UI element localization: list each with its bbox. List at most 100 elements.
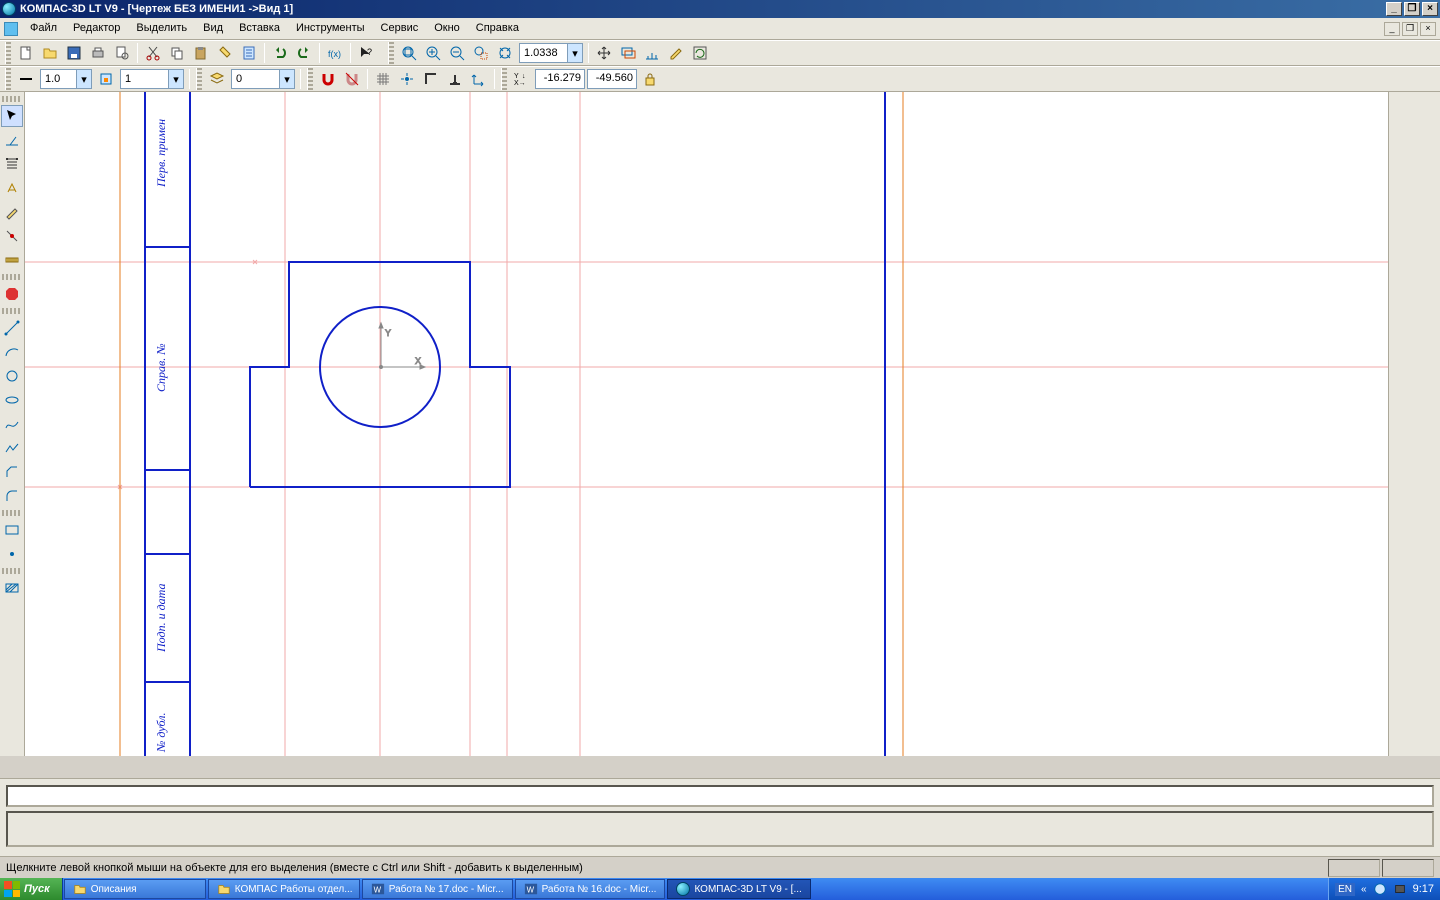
chamfer-tool[interactable] <box>1 461 23 483</box>
new-button[interactable] <box>15 42 37 64</box>
menu-help[interactable]: Справка <box>468 18 527 39</box>
spline-tool[interactable] <box>1 413 23 435</box>
save-button[interactable] <box>63 42 85 64</box>
chevron-down-icon[interactable]: ▾ <box>567 44 582 62</box>
ellipse-tool[interactable] <box>1 389 23 411</box>
toolbar-grip[interactable] <box>5 68 11 90</box>
restore-button[interactable]: ❐ <box>1404 2 1420 16</box>
parametrize-tool[interactable] <box>1 225 23 247</box>
tray-icon-2[interactable] <box>1393 882 1407 896</box>
dimensions-tool[interactable] <box>1 153 23 175</box>
pan-button[interactable] <box>593 42 615 64</box>
menu-tools[interactable]: Инструменты <box>288 18 373 39</box>
taskbar-item-word1[interactable]: W Работа № 17.doc - Micr... <box>362 879 513 899</box>
measure-tool[interactable] <box>1 249 23 271</box>
toolbar-grip[interactable] <box>2 274 22 280</box>
mdi-restore-button[interactable]: ❐ <box>1402 22 1418 36</box>
zoom-window-button[interactable] <box>470 42 492 64</box>
chevron-down-icon[interactable]: ▾ <box>76 70 91 88</box>
toolbar-grip[interactable] <box>501 68 507 90</box>
circle-tool[interactable] <box>1 365 23 387</box>
zoom-fit-button[interactable] <box>494 42 516 64</box>
chevron-down-icon[interactable]: ▾ <box>279 70 294 88</box>
coord-x-field[interactable]: -16.279 <box>535 69 585 89</box>
state-lock-button[interactable] <box>95 68 117 90</box>
line-weight-combo[interactable]: 1.0 ▾ <box>40 69 92 89</box>
grid-button[interactable] <box>372 68 394 90</box>
arc-tool[interactable] <box>1 341 23 363</box>
toolbar-grip[interactable] <box>388 42 394 64</box>
ortho-button[interactable] <box>420 68 442 90</box>
local-cs-button[interactable] <box>468 68 490 90</box>
layer-button[interactable] <box>206 68 228 90</box>
undo-button[interactable] <box>269 42 291 64</box>
view-combo[interactable]: 1 ▾ <box>120 69 184 89</box>
menu-insert[interactable]: Вставка <box>231 18 288 39</box>
zoom-in-button[interactable] <box>422 42 444 64</box>
print-preview-button[interactable] <box>111 42 133 64</box>
command-history[interactable] <box>6 811 1434 847</box>
format-painter-button[interactable] <box>214 42 236 64</box>
layer-combo[interactable]: 0 ▾ <box>231 69 295 89</box>
redraw-button[interactable] <box>665 42 687 64</box>
toolbar-grip[interactable] <box>2 510 22 516</box>
toolbar-grip[interactable] <box>5 42 11 64</box>
toolbar-grip[interactable] <box>196 68 202 90</box>
cut-button[interactable] <box>142 42 164 64</box>
redo-button[interactable] <box>293 42 315 64</box>
magnet-on-button[interactable] <box>317 68 339 90</box>
vertical-scrollbar[interactable] <box>1388 92 1404 756</box>
toolbar-grip[interactable] <box>307 68 313 90</box>
select-tool[interactable] <box>1 105 23 127</box>
mdi-close-button[interactable]: × <box>1420 22 1436 36</box>
document-icon[interactable] <box>0 18 22 39</box>
menu-window[interactable]: Окно <box>426 18 468 39</box>
zoom-all-button[interactable] <box>398 42 420 64</box>
stop-button[interactable] <box>1 283 23 305</box>
magnet-off-button[interactable] <box>341 68 363 90</box>
drawing-canvas[interactable]: Y X Перв. примен Справ. № Подп. и дата №… <box>25 92 1388 756</box>
command-input[interactable] <box>6 785 1434 807</box>
variables-button[interactable]: f(x) <box>324 42 346 64</box>
close-button[interactable]: × <box>1422 2 1438 16</box>
zoom-previous-button[interactable] <box>617 42 639 64</box>
hatch-tool[interactable] <box>1 577 23 599</box>
menu-file[interactable]: Файл <box>22 18 65 39</box>
zoom-scale-button[interactable] <box>641 42 663 64</box>
tray-icon-1[interactable] <box>1373 882 1387 896</box>
edit-tool[interactable] <box>1 201 23 223</box>
polyline-tool[interactable] <box>1 437 23 459</box>
refresh-button[interactable] <box>689 42 711 64</box>
taskbar-item-folder1[interactable]: Описания <box>64 879 206 899</box>
symbols-tool[interactable] <box>1 177 23 199</box>
menu-edit[interactable]: Редактор <box>65 18 128 39</box>
coord-lock-button[interactable] <box>639 68 661 90</box>
taskbar-item-word2[interactable]: W Работа № 16.doc - Micr... <box>515 879 666 899</box>
coord-y-field[interactable]: -49.560 <box>587 69 637 89</box>
style-button[interactable] <box>15 68 37 90</box>
fillet-tool[interactable] <box>1 485 23 507</box>
tray-expand-icon[interactable]: « <box>1361 884 1367 895</box>
language-indicator[interactable]: EN <box>1335 883 1355 896</box>
mdi-minimize-button[interactable]: _ <box>1384 22 1400 36</box>
print-button[interactable] <box>87 42 109 64</box>
toolbar-grip[interactable] <box>2 568 22 574</box>
menu-service[interactable]: Сервис <box>373 18 427 39</box>
minimize-button[interactable]: _ <box>1386 2 1402 16</box>
start-button[interactable]: Пуск <box>0 878 63 900</box>
copy-button[interactable] <box>166 42 188 64</box>
toolbar-grip[interactable] <box>2 308 22 314</box>
rectangle-tool[interactable] <box>1 519 23 541</box>
menu-view[interactable]: Вид <box>195 18 231 39</box>
zoom-combo[interactable]: 1.0338 ▾ <box>519 43 583 63</box>
whats-this-button[interactable]: ? <box>355 42 377 64</box>
open-button[interactable] <box>39 42 61 64</box>
taskbar-item-folder2[interactable]: КОМПАС Работы отдел... <box>208 879 360 899</box>
line-tool[interactable] <box>1 317 23 339</box>
geometry-tool[interactable] <box>1 129 23 151</box>
menu-select[interactable]: Выделить <box>128 18 195 39</box>
tray-clock[interactable]: 9:17 <box>1413 883 1434 895</box>
perpendicular-button[interactable] <box>444 68 466 90</box>
snap-button[interactable] <box>396 68 418 90</box>
system-tray[interactable]: EN « 9:17 <box>1328 878 1440 900</box>
